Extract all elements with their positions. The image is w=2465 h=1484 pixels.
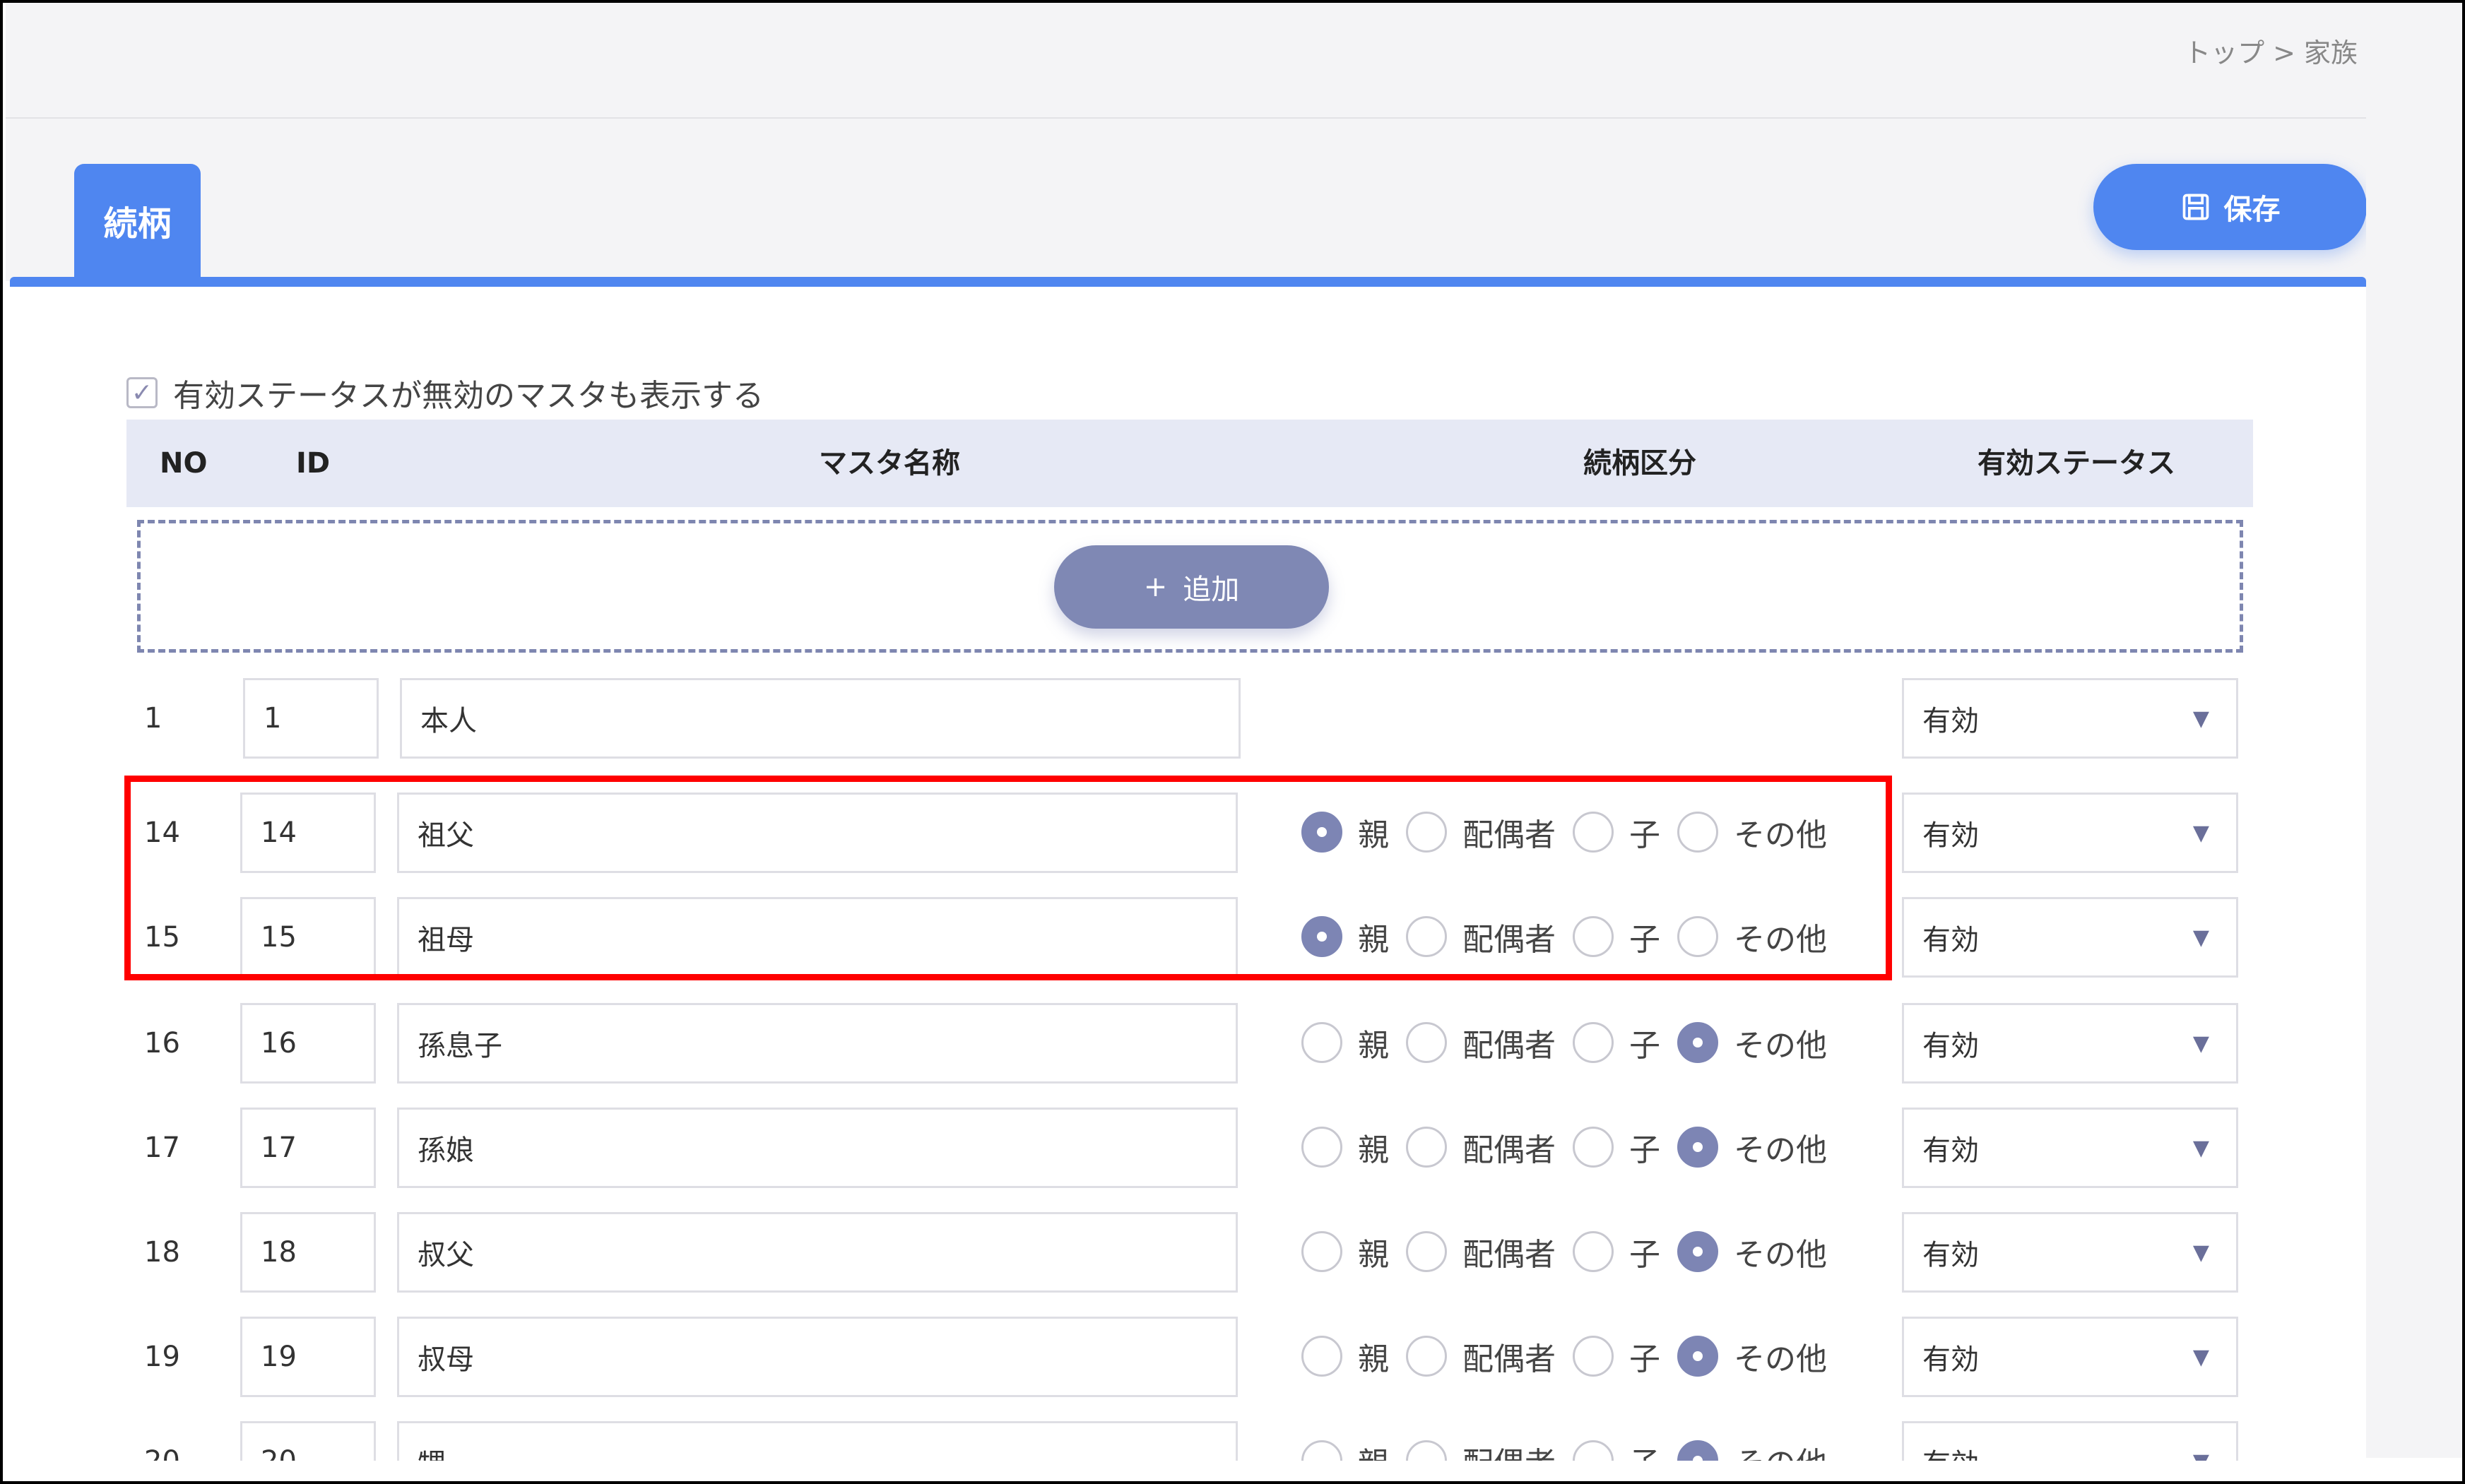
table-body: 1 1 本人 有効 ▼ 14 14 祖父親配偶者子その他 有効 ▼ 15 15 祖母親配偶者子その他 有効…: [3, 3, 2366, 1461]
category-radio[interactable]: [1301, 1231, 1342, 1272]
category-radio[interactable]: [1406, 1336, 1447, 1377]
row-no: 19: [144, 1341, 180, 1373]
category-radio-label: 親: [1358, 1028, 1389, 1064]
name-input[interactable]: 叔父: [397, 1212, 1238, 1293]
category-radio-label: 親: [1358, 1341, 1389, 1377]
category-radio[interactable]: [1573, 1127, 1614, 1168]
name-input[interactable]: 甥: [397, 1421, 1238, 1461]
category-radio-label: 配偶者: [1462, 1132, 1556, 1168]
status-select[interactable]: 有効 ▼: [1902, 897, 2238, 978]
category-radio-label: その他: [1734, 1028, 1827, 1064]
id-input[interactable]: 16: [240, 1003, 376, 1084]
category-radio[interactable]: [1677, 1022, 1718, 1063]
category-radio-group: 親 配偶者 子 その他: [1301, 1438, 1844, 1461]
category-radio-group: 親 配偶者 子 その他: [1301, 1229, 1844, 1274]
category-radio-group: 親 配偶者 子 その他: [1301, 1124, 1844, 1170]
category-radio-label: 配偶者: [1462, 1341, 1556, 1377]
category-radio[interactable]: [1677, 1440, 1718, 1461]
name-input[interactable]: 孫息子: [397, 1003, 1238, 1084]
status-select[interactable]: 有効 ▼: [1902, 678, 2238, 759]
category-radio[interactable]: [1301, 1336, 1342, 1377]
category-radio-label: 子: [1629, 1028, 1660, 1064]
category-radio-label: 親: [1358, 1438, 1389, 1461]
category-radio-label: 子: [1629, 1132, 1660, 1168]
row-no: 20: [144, 1445, 215, 1461]
status-value: 有効: [1922, 1441, 1979, 1461]
dropdown-arrow-icon: ▼: [2192, 706, 2209, 731]
category-radio-group: 親 配偶者 子 その他: [1301, 1334, 1844, 1379]
status-value: 有効: [1922, 924, 1979, 956]
right-gutter: [2366, 3, 2462, 1458]
id-input[interactable]: 17: [240, 1108, 376, 1188]
status-value: 有効: [1922, 1343, 1979, 1376]
id-input[interactable]: 19: [240, 1317, 376, 1397]
dropdown-arrow-icon: ▼: [2192, 925, 2209, 950]
category-radio[interactable]: [1301, 1440, 1342, 1461]
highlight-box: [124, 776, 1892, 980]
category-radio[interactable]: [1573, 1022, 1614, 1063]
category-radio[interactable]: [1406, 1127, 1447, 1168]
status-select[interactable]: 有効 ▼: [1902, 1317, 2238, 1397]
category-radio-label: 子: [1629, 1438, 1660, 1461]
category-radio-label: その他: [1734, 1132, 1827, 1168]
dropdown-arrow-icon: ▼: [2192, 1240, 2209, 1265]
category-radio[interactable]: [1301, 1022, 1342, 1063]
status-select[interactable]: 有効 ▼: [1902, 1108, 2238, 1188]
status-value: 有効: [1922, 705, 1979, 737]
category-radio[interactable]: [1573, 1231, 1614, 1272]
status-select[interactable]: 有効 ▼: [1902, 1003, 2238, 1084]
status-value: 有効: [1922, 1239, 1979, 1271]
dropdown-arrow-icon: ▼: [2192, 820, 2209, 845]
table-row: 18 18 叔父 親 配偶者 子 その他 有効 ▼: [3, 1212, 2366, 1297]
name-input[interactable]: 本人: [400, 678, 1241, 759]
dropdown-arrow-icon: ▼: [2192, 1031, 2209, 1056]
status-value: 有効: [1922, 1134, 1979, 1167]
row-no: 18: [144, 1236, 180, 1269]
row-no: 1: [144, 702, 162, 735]
category-radio-label: その他: [1734, 1237, 1827, 1273]
name-input[interactable]: 孫娘: [397, 1108, 1238, 1188]
category-radio[interactable]: [1406, 1022, 1447, 1063]
app-window: トップ > 家族 続柄 保存 ✓ 有効ステータスが無効のマスタも表示する NO ID…: [0, 0, 2465, 1484]
table-row: 1 1 本人 有効 ▼: [3, 678, 2366, 763]
status-select[interactable]: 有効 ▼: [1902, 1212, 2238, 1293]
table-row: 20 20 甥 親 配偶者 子 その他 有効 ▼: [3, 1421, 2366, 1461]
category-radio-label: 親: [1358, 1132, 1389, 1168]
status-select[interactable]: 有効 ▼: [1902, 1421, 2238, 1461]
category-radio-label: 配偶者: [1462, 1438, 1556, 1461]
table-row: 16 16 孫息子 親 配偶者 子 その他 有効 ▼: [3, 1003, 2366, 1088]
category-radio-label: 親: [1358, 1237, 1389, 1273]
category-radio-label: 子: [1629, 1341, 1660, 1377]
category-radio[interactable]: [1406, 1231, 1447, 1272]
status-select[interactable]: 有効 ▼: [1902, 793, 2238, 873]
table-row: 17 17 孫娘 親 配偶者 子 その他 有効 ▼: [3, 1108, 2366, 1192]
category-radio[interactable]: [1677, 1336, 1718, 1377]
category-radio[interactable]: [1573, 1440, 1614, 1461]
category-radio[interactable]: [1301, 1127, 1342, 1168]
category-radio-group: 親 配偶者 子 その他: [1301, 1020, 1844, 1065]
category-radio-label: その他: [1734, 1438, 1827, 1461]
table-row: 19 19 叔母 親 配偶者 子 その他 有効 ▼: [3, 1317, 2366, 1401]
row-no: 17: [144, 1132, 180, 1164]
dropdown-arrow-icon: ▼: [2193, 1449, 2209, 1461]
category-radio[interactable]: [1573, 1336, 1614, 1377]
dropdown-arrow-icon: ▼: [2192, 1135, 2209, 1161]
status-value: 有効: [1922, 1030, 1979, 1062]
id-input[interactable]: 1: [243, 678, 379, 759]
category-radio-label: 子: [1629, 1237, 1660, 1273]
name-input[interactable]: 叔母: [397, 1317, 1238, 1397]
id-input[interactable]: 20: [240, 1421, 376, 1461]
category-radio-label: 配偶者: [1462, 1028, 1556, 1064]
category-radio[interactable]: [1677, 1127, 1718, 1168]
id-input[interactable]: 18: [240, 1212, 376, 1293]
status-value: 有効: [1922, 819, 1979, 852]
category-radio-label: その他: [1734, 1341, 1827, 1377]
category-radio[interactable]: [1406, 1440, 1447, 1461]
row-no: 16: [144, 1027, 180, 1059]
category-radio-label: 配偶者: [1462, 1237, 1556, 1273]
dropdown-arrow-icon: ▼: [2192, 1344, 2209, 1370]
category-radio[interactable]: [1677, 1231, 1718, 1272]
